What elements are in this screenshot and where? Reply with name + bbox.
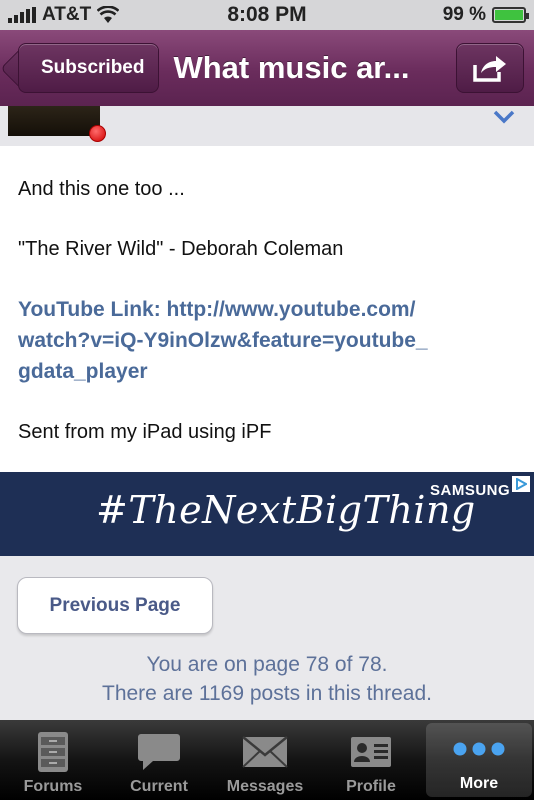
more-dots-icon	[452, 727, 506, 771]
tab-label: Forums	[23, 778, 83, 795]
carrier-label: AT&T	[42, 4, 92, 25]
tab-label: Current	[130, 778, 188, 795]
battery-fill	[495, 10, 523, 20]
post-text-line: And this one too ...	[18, 178, 185, 200]
previous-page-button[interactable]: Previous Page	[17, 577, 213, 634]
battery-percent: 99 %	[442, 4, 486, 25]
post-text-line: "The River Wild" - Deborah Coleman	[18, 238, 344, 260]
chevron-down-icon[interactable]	[493, 109, 515, 125]
status-right: 99 %	[442, 4, 529, 26]
chat-bubble-icon	[137, 730, 181, 774]
tab-forums[interactable]: Forums	[0, 720, 106, 800]
tab-label: More	[459, 775, 499, 792]
post-count: There are 1169 posts in this thread.	[102, 682, 432, 705]
profile-card-icon	[350, 730, 392, 774]
tab-current[interactable]: Current	[106, 720, 212, 800]
battery-icon	[492, 7, 529, 23]
tab-label: Messages	[226, 778, 304, 795]
tab-more[interactable]: More	[426, 723, 532, 797]
share-icon	[473, 56, 506, 82]
ad-text: #TheNextBigThing	[96, 488, 476, 532]
page-status: You are on page 78 of 78.	[146, 653, 388, 676]
back-button-wrap: Subscribed	[10, 43, 160, 93]
ad-brand: SAMSUNG	[430, 482, 511, 499]
page-info: You are on page 78 of 78. There are 1169…	[0, 650, 534, 708]
tab-messages[interactable]: Messages	[212, 720, 318, 800]
avatar[interactable]	[8, 106, 100, 136]
envelope-icon	[242, 730, 288, 774]
status-left: AT&T	[8, 4, 120, 26]
signal-strength-icon	[8, 7, 36, 23]
youtube-link-line[interactable]: YouTube Link: http://www.youtube.com/	[18, 294, 516, 325]
post-body: And this one too ... "The River Wild" - …	[0, 146, 534, 472]
offline-status-dot	[89, 125, 106, 142]
ad-banner[interactable]: #TheNextBigThing SAMSUNG	[0, 472, 534, 556]
tab-bar: Forums Current Messages Profile More	[0, 720, 534, 800]
tab-label: Profile	[346, 778, 396, 795]
page-title: What music ar...	[173, 50, 410, 85]
youtube-link-line[interactable]: gdata_player	[18, 356, 516, 387]
back-button[interactable]: Subscribed	[18, 43, 160, 93]
tab-profile[interactable]: Profile	[318, 720, 424, 800]
pager: Previous Page You are on page 78 of 78. …	[0, 556, 534, 720]
youtube-link-line[interactable]: watch?v=iQ-Y9inOlzw&feature=youtube_	[18, 325, 516, 356]
navigation-bar: Subscribed What music ar...	[0, 30, 534, 106]
post-signature: Sent from my iPad using iPF	[18, 421, 272, 443]
youtube-link[interactable]: YouTube Link: http://www.youtube.com/ wa…	[18, 294, 516, 387]
status-bar: AT&T 8:08 PM 99 %	[0, 0, 534, 30]
wifi-icon	[97, 6, 120, 23]
share-button[interactable]	[456, 43, 524, 93]
cabinet-icon	[36, 730, 70, 774]
ad-choices-icon[interactable]	[512, 476, 530, 492]
